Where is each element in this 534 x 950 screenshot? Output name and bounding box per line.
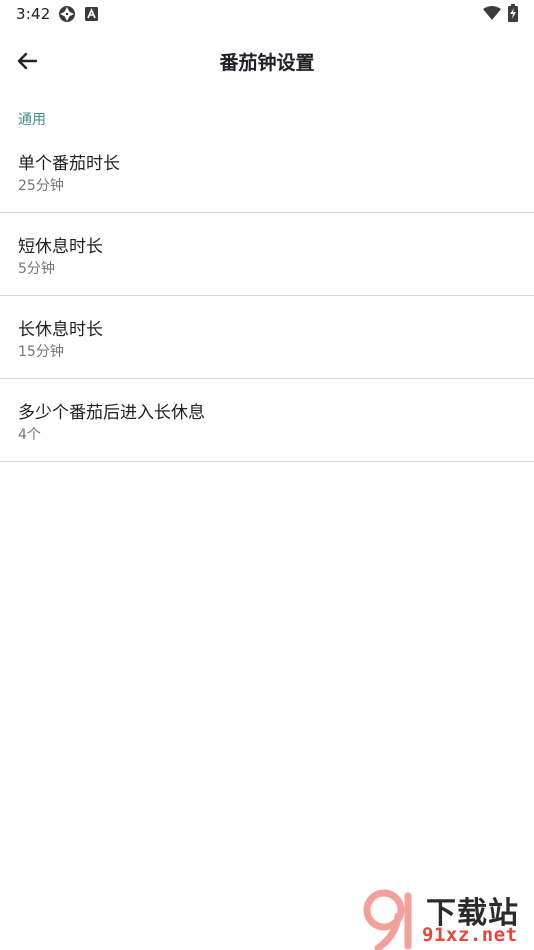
setting-item-long-break-interval[interactable]: 多少个番茄后进入长休息 4个: [0, 379, 534, 462]
setting-item-long-break[interactable]: 长休息时长 15分钟: [0, 296, 534, 379]
setting-value: 15分钟: [18, 344, 64, 360]
setting-item-pomodoro-duration[interactable]: 单个番茄时长 25分钟: [0, 130, 534, 213]
setting-title: 长休息时长: [18, 320, 103, 340]
a-badge-icon: [85, 7, 98, 21]
setting-title: 多少个番茄后进入长休息: [18, 403, 205, 423]
section-header: 通用: [18, 112, 46, 128]
app-bar: 番茄钟设置: [0, 36, 534, 86]
setting-title: 短休息时长: [18, 237, 103, 257]
setting-value: 25分钟: [18, 178, 64, 194]
page-title: 番茄钟设置: [219, 52, 315, 74]
status-time: 3:42: [16, 5, 51, 23]
setting-value: 5分钟: [18, 261, 55, 277]
status-bar: 3:42: [0, 0, 534, 28]
aperture-icon: [59, 6, 75, 22]
wifi-icon: [483, 6, 501, 20]
battery-charging-icon: [508, 4, 518, 22]
setting-title: 单个番茄时长: [18, 154, 120, 174]
setting-item-short-break[interactable]: 短休息时长 5分钟: [0, 213, 534, 296]
watermark: 下载站 91xz.net: [360, 888, 532, 950]
setting-value: 4个: [18, 427, 41, 443]
watermark-logo-icon: [363, 889, 412, 950]
settings-list: 单个番茄时长 25分钟 短休息时长 5分钟 长休息时长 15分钟 多少个番茄后进…: [0, 130, 534, 462]
watermark-text-bottom: 91xz.net: [422, 924, 518, 946]
